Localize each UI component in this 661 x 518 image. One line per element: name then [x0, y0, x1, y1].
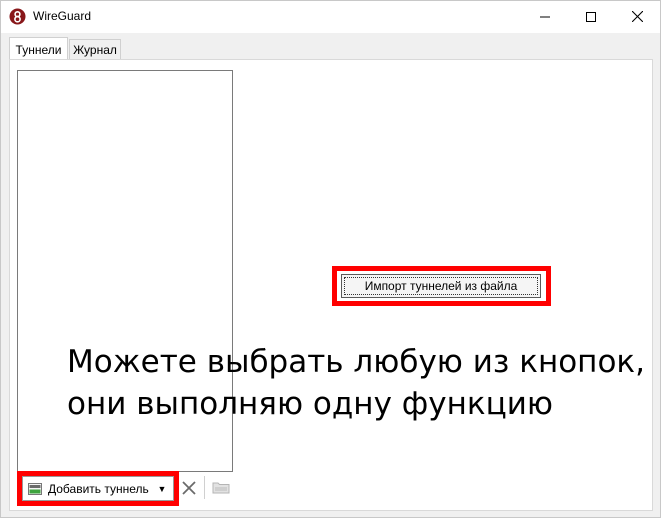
tab-tunnels[interactable]: Туннели	[9, 37, 68, 61]
add-tunnel-icon	[28, 482, 42, 495]
close-button[interactable]	[614, 1, 660, 32]
add-tunnel-button[interactable]: Добавить туннель ▼	[22, 476, 174, 501]
add-tunnel-label: Добавить туннель	[48, 481, 149, 496]
delete-tunnel-button[interactable]	[179, 477, 199, 499]
delete-icon	[182, 481, 196, 495]
import-tunnels-button[interactable]: Импорт туннелей из файла	[341, 274, 541, 298]
minimize-button[interactable]	[522, 1, 568, 32]
export-folder-icon	[212, 482, 230, 494]
tab-bar: Туннели Журнал	[1, 33, 660, 61]
wireguard-logo-icon	[9, 8, 26, 25]
maximize-icon	[586, 11, 596, 22]
app-window: WireGuard Туннели Журнал Импорт туннелей…	[0, 0, 661, 518]
close-icon	[631, 11, 643, 22]
title-bar: WireGuard	[1, 1, 660, 33]
instruction-annotation: Можете выбрать любую из кнопок, они выпо…	[67, 341, 647, 425]
toolbar-separator	[204, 476, 205, 499]
maximize-button[interactable]	[568, 1, 614, 32]
export-tunnels-button[interactable]	[211, 478, 231, 496]
chevron-down-icon[interactable]: ▼	[151, 484, 173, 494]
instruction-line-2: они выполняю одну функцию	[67, 386, 553, 422]
tab-log[interactable]: Журнал	[69, 39, 121, 60]
instruction-line-1: Можете выбрать любую из кнопок,	[67, 344, 645, 380]
window-title: WireGuard	[33, 9, 92, 23]
minimize-icon	[540, 16, 550, 17]
